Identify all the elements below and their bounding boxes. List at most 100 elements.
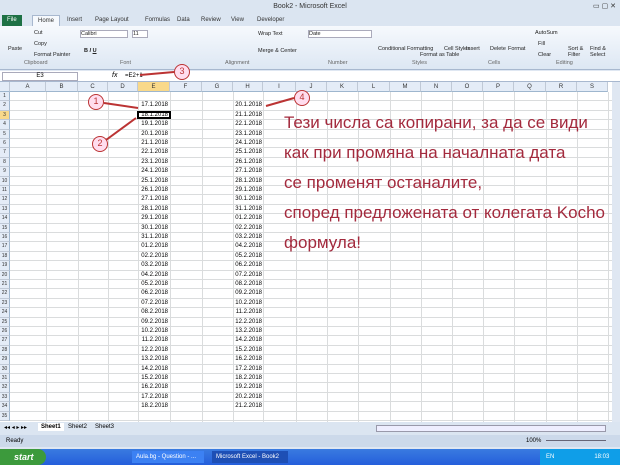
paste-button[interactable]: Paste bbox=[8, 46, 22, 52]
row-header[interactable]: 34 bbox=[0, 402, 10, 412]
row-header[interactable]: 27 bbox=[0, 336, 10, 346]
cell-H22[interactable]: 09.2.2018 bbox=[233, 290, 263, 296]
sort-filter-button[interactable]: Sort & Filter bbox=[568, 46, 588, 58]
cell-H7[interactable]: 25.1.2018 bbox=[233, 149, 263, 155]
cell-H2[interactable]: 20.1.2018 bbox=[233, 102, 263, 108]
row-header[interactable]: 30 bbox=[0, 364, 10, 374]
cell-E33[interactable]: 17.2.2018 bbox=[138, 394, 170, 400]
row-header[interactable]: 3 bbox=[0, 110, 10, 121]
column-header-H[interactable]: H bbox=[233, 82, 263, 92]
cell-E2[interactable]: 17.1.2018 bbox=[138, 102, 170, 108]
sheet-tab-sheet2[interactable]: Sheet2 bbox=[65, 423, 90, 431]
cell-H5[interactable]: 23.1.2018 bbox=[233, 131, 263, 137]
cell-E9[interactable]: 24.1.2018 bbox=[138, 168, 170, 174]
format-as-table-button[interactable]: Format as Table bbox=[420, 52, 459, 58]
font-name-select[interactable]: Calibri bbox=[80, 30, 128, 38]
cell-E18[interactable]: 02.2.2018 bbox=[138, 253, 170, 259]
column-header-N[interactable]: N bbox=[421, 82, 452, 92]
cell-H33[interactable]: 20.2.2018 bbox=[233, 394, 263, 400]
cell-E16[interactable]: 31.1.2018 bbox=[138, 234, 170, 240]
cell-E14[interactable]: 29.1.2018 bbox=[138, 215, 170, 221]
row-header[interactable]: 21 bbox=[0, 280, 10, 290]
row-header[interactable]: 22 bbox=[0, 289, 10, 299]
clear-button[interactable]: Clear bbox=[538, 52, 551, 58]
row-header[interactable]: 28 bbox=[0, 345, 10, 356]
cell-H12[interactable]: 30.1.2018 bbox=[233, 196, 263, 202]
window-controls[interactable]: ▭ ▢ ✕ bbox=[593, 0, 616, 14]
row-header[interactable]: 23 bbox=[0, 298, 10, 309]
column-header-L[interactable]: L bbox=[358, 82, 390, 92]
column-header-I[interactable]: I bbox=[263, 82, 296, 92]
autosum-button[interactable]: AutoSum bbox=[535, 30, 558, 36]
column-header-D[interactable]: D bbox=[108, 82, 138, 92]
cell-H27[interactable]: 14.2.2018 bbox=[233, 337, 263, 343]
cell-H25[interactable]: 12.2.2018 bbox=[233, 319, 263, 325]
cell-H18[interactable]: 05.2.2018 bbox=[233, 253, 263, 259]
cell-E4[interactable]: 19.1.2018 bbox=[138, 121, 170, 127]
cell-E27[interactable]: 11.2.2018 bbox=[138, 337, 170, 343]
cell-H17[interactable]: 04.2.2018 bbox=[233, 243, 263, 249]
cell-E7[interactable]: 22.1.2018 bbox=[138, 149, 170, 155]
copy-button[interactable]: Copy bbox=[34, 41, 47, 47]
cell-E8[interactable]: 23.1.2018 bbox=[138, 159, 170, 165]
row-header[interactable]: 20 bbox=[0, 270, 10, 280]
tab-data[interactable]: Data bbox=[172, 15, 195, 26]
row-header[interactable]: 5 bbox=[0, 129, 10, 139]
row-header[interactable]: 19 bbox=[0, 261, 10, 271]
cell-H32[interactable]: 19.2.2018 bbox=[233, 384, 263, 390]
tab-formulas[interactable]: Formulas bbox=[140, 15, 175, 26]
sheet-nav-buttons[interactable]: ◂◂ ◂ ▸ ▸▸ bbox=[4, 424, 27, 431]
find-select-button[interactable]: Find & Select bbox=[590, 46, 612, 58]
row-header[interactable]: 31 bbox=[0, 374, 10, 384]
insert-button[interactable]: Insert bbox=[466, 46, 480, 52]
cell-E34[interactable]: 18.2.2018 bbox=[138, 403, 170, 409]
cell-H26[interactable]: 13.2.2018 bbox=[233, 328, 263, 334]
zoom-slider[interactable] bbox=[546, 440, 606, 441]
row-header[interactable]: 14 bbox=[0, 214, 10, 224]
row-header[interactable]: 8 bbox=[0, 157, 10, 168]
cell-E17[interactable]: 01.2.2018 bbox=[138, 243, 170, 249]
horizontal-scrollbar[interactable] bbox=[376, 425, 606, 432]
cell-E23[interactable]: 07.2.2018 bbox=[138, 300, 170, 306]
row-header[interactable]: 29 bbox=[0, 355, 10, 365]
cell-E30[interactable]: 14.2.2018 bbox=[138, 366, 170, 372]
cell-H30[interactable]: 17.2.2018 bbox=[233, 366, 263, 372]
column-header-K[interactable]: K bbox=[327, 82, 358, 92]
row-header[interactable]: 18 bbox=[0, 251, 10, 262]
tab-home[interactable]: Home bbox=[32, 15, 61, 26]
row-header[interactable]: 26 bbox=[0, 327, 10, 337]
cell-H13[interactable]: 31.1.2018 bbox=[233, 206, 263, 212]
cell-E25[interactable]: 09.2.2018 bbox=[138, 319, 170, 325]
row-header[interactable]: 6 bbox=[0, 139, 10, 149]
tab-page-layout[interactable]: Page Layout bbox=[90, 15, 134, 26]
row-header[interactable]: 33 bbox=[0, 392, 10, 403]
cell-H34[interactable]: 21.2.2018 bbox=[233, 403, 263, 409]
cell-E31[interactable]: 15.2.2018 bbox=[138, 375, 170, 381]
font-size-select[interactable]: 11 bbox=[132, 30, 148, 38]
row-header[interactable]: 2 bbox=[0, 101, 10, 111]
column-header-Q[interactable]: Q bbox=[514, 82, 546, 92]
cell-H20[interactable]: 07.2.2018 bbox=[233, 272, 263, 278]
cut-button[interactable]: Cut bbox=[34, 30, 43, 36]
row-header[interactable]: 25 bbox=[0, 317, 10, 327]
tab-file[interactable]: File bbox=[2, 15, 22, 26]
cell-E24[interactable]: 08.2.2018 bbox=[138, 309, 170, 315]
number-format-select[interactable]: Date bbox=[308, 30, 372, 38]
cell-H9[interactable]: 27.1.2018 bbox=[233, 168, 263, 174]
merge-center-button[interactable]: Merge & Center bbox=[258, 48, 297, 54]
column-header-E[interactable]: E bbox=[138, 82, 170, 92]
column-header-M[interactable]: M bbox=[390, 82, 421, 92]
row-header[interactable]: 15 bbox=[0, 223, 10, 233]
cell-E15[interactable]: 30.1.2018 bbox=[138, 225, 170, 231]
cell-E21[interactable]: 05.2.2018 bbox=[138, 281, 170, 287]
column-header-P[interactable]: P bbox=[483, 82, 514, 92]
column-header-O[interactable]: O bbox=[452, 82, 483, 92]
language-indicator[interactable]: EN bbox=[546, 454, 554, 460]
row-header[interactable]: 32 bbox=[0, 383, 10, 393]
wrap-text-button[interactable]: Wrap Text bbox=[258, 31, 283, 37]
row-header[interactable]: 4 bbox=[0, 120, 10, 130]
column-header-R[interactable]: R bbox=[546, 82, 577, 92]
cell-H19[interactable]: 06.2.2018 bbox=[233, 262, 263, 268]
column-header-A[interactable]: A bbox=[10, 82, 46, 92]
column-header-G[interactable]: G bbox=[202, 82, 233, 92]
